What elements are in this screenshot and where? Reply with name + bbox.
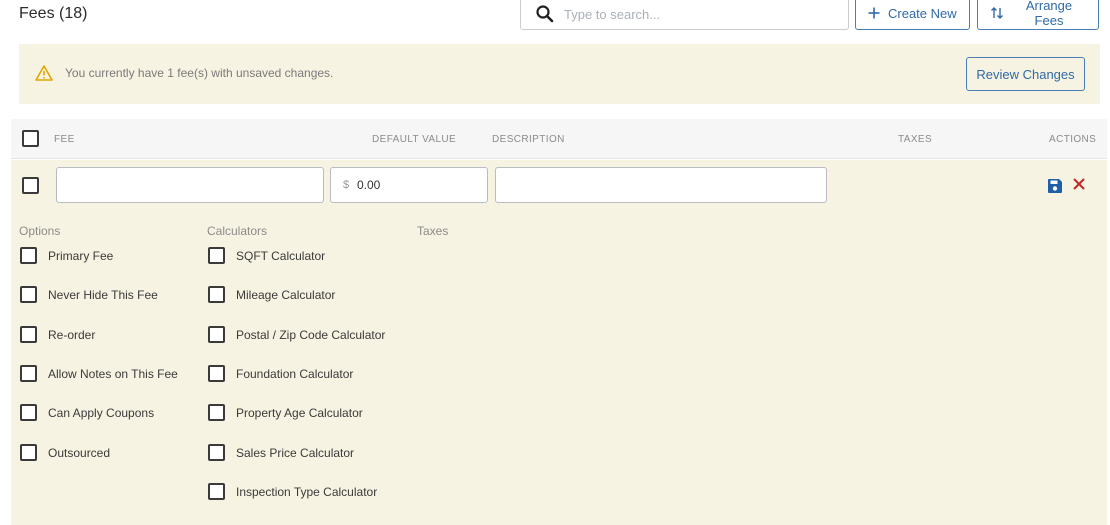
calculator-label: Inspection Type Calculator (236, 485, 378, 499)
option-checkbox[interactable] (20, 326, 37, 344)
search-input[interactable] (564, 3, 834, 25)
search-icon (535, 4, 555, 24)
options-heading: Options (19, 224, 61, 238)
unsaved-changes-banner: You currently have 1 fee(s) with unsaved… (19, 44, 1100, 104)
row-checkbox[interactable] (22, 177, 39, 194)
banner-message: You currently have 1 fee(s) with unsaved… (65, 66, 334, 80)
option-label: Never Hide This Fee (48, 288, 158, 302)
column-header-fee: FEE (54, 134, 75, 145)
plus-icon (868, 7, 880, 19)
option-outsourced[interactable]: Outsourced (20, 444, 110, 464)
search-box[interactable] (520, 0, 849, 30)
sort-arrows-icon (990, 6, 1004, 20)
option-label: Outsourced (48, 446, 111, 460)
floppy-disk-icon[interactable] (1047, 178, 1063, 199)
calculator-checkbox[interactable] (208, 326, 225, 344)
option-label: Re-order (48, 328, 96, 342)
option-checkbox[interactable] (20, 286, 37, 304)
arrange-fees-button[interactable]: Arrange Fees (977, 0, 1099, 30)
calculators-heading: Calculators (207, 224, 268, 238)
review-changes-button[interactable]: Review Changes (966, 57, 1085, 91)
fees-page: Fees (18) Create New Arrange Fees You cu… (0, 0, 1110, 525)
arrange-fees-label: Arrange Fees (1025, 0, 1073, 28)
option-label: Can Apply Coupons (48, 406, 155, 420)
calculator-checkbox[interactable] (208, 286, 225, 304)
calculator-checkbox[interactable] (208, 483, 225, 501)
calculator-label: Postal / Zip Code Calculator (236, 328, 386, 342)
option-checkbox[interactable] (20, 365, 37, 383)
calculator-checkbox[interactable] (208, 365, 225, 383)
calculator-checkbox[interactable] (208, 247, 225, 265)
calculator-foundation[interactable]: Foundation Calculator (208, 365, 353, 385)
calculator-checkbox[interactable] (208, 404, 225, 422)
option-label: Primary Fee (48, 249, 114, 263)
column-header-description: DESCRIPTION (492, 134, 565, 145)
select-all-checkbox[interactable] (22, 130, 39, 147)
taxes-heading: Taxes (417, 224, 449, 238)
page-title: Fees (18) (19, 5, 88, 22)
calculator-label: SQFT Calculator (236, 249, 326, 263)
option-checkbox[interactable] (20, 404, 37, 422)
option-primary-fee[interactable]: Primary Fee (20, 247, 113, 267)
default-value-input[interactable] (331, 168, 487, 202)
default-value-field[interactable]: $ (330, 167, 488, 203)
column-header-default-value: DEFAULT VALUE (372, 134, 457, 145)
description-input[interactable] (496, 168, 826, 202)
calculator-label: Property Age Calculator (236, 406, 363, 420)
calculator-property-age[interactable]: Property Age Calculator (208, 404, 363, 424)
column-header-taxes: TAXES (898, 134, 933, 145)
warning-triangle-icon (35, 65, 53, 86)
fee-name-input[interactable] (57, 168, 323, 202)
option-apply-coupons[interactable]: Can Apply Coupons (20, 404, 154, 424)
description-field[interactable] (495, 167, 827, 203)
create-new-label: Create New (888, 5, 957, 21)
option-checkbox[interactable] (20, 444, 37, 462)
calculator-postal-zip[interactable]: Postal / Zip Code Calculator (208, 326, 385, 346)
option-label: Allow Notes on This Fee (48, 367, 178, 381)
table-header: FEE DEFAULT VALUE DESCRIPTION TAXES ACTI… (11, 119, 1107, 159)
create-new-button[interactable]: Create New (855, 0, 970, 30)
close-icon[interactable] (1072, 177, 1086, 196)
calculator-mileage[interactable]: Mileage Calculator (208, 286, 335, 306)
fee-name-field[interactable] (56, 167, 324, 203)
option-checkbox[interactable] (20, 247, 37, 265)
calculator-label: Mileage Calculator (236, 288, 336, 302)
fee-edit-row: $ Options Calculators Taxes Primary Fee … (11, 160, 1107, 525)
calculator-inspection-type[interactable]: Inspection Type Calculator (208, 483, 377, 503)
calculator-sqft[interactable]: SQFT Calculator (208, 247, 325, 267)
calculator-sales-price[interactable]: Sales Price Calculator (208, 444, 354, 464)
option-allow-notes[interactable]: Allow Notes on This Fee (20, 365, 178, 385)
calculator-checkbox[interactable] (208, 444, 225, 462)
calculator-label: Sales Price Calculator (236, 446, 355, 460)
option-re-order[interactable]: Re-order (20, 326, 95, 346)
currency-symbol: $ (343, 179, 350, 191)
option-never-hide[interactable]: Never Hide This Fee (20, 286, 158, 306)
column-header-actions: ACTIONS (1049, 134, 1097, 145)
calculator-label: Foundation Calculator (236, 367, 354, 381)
